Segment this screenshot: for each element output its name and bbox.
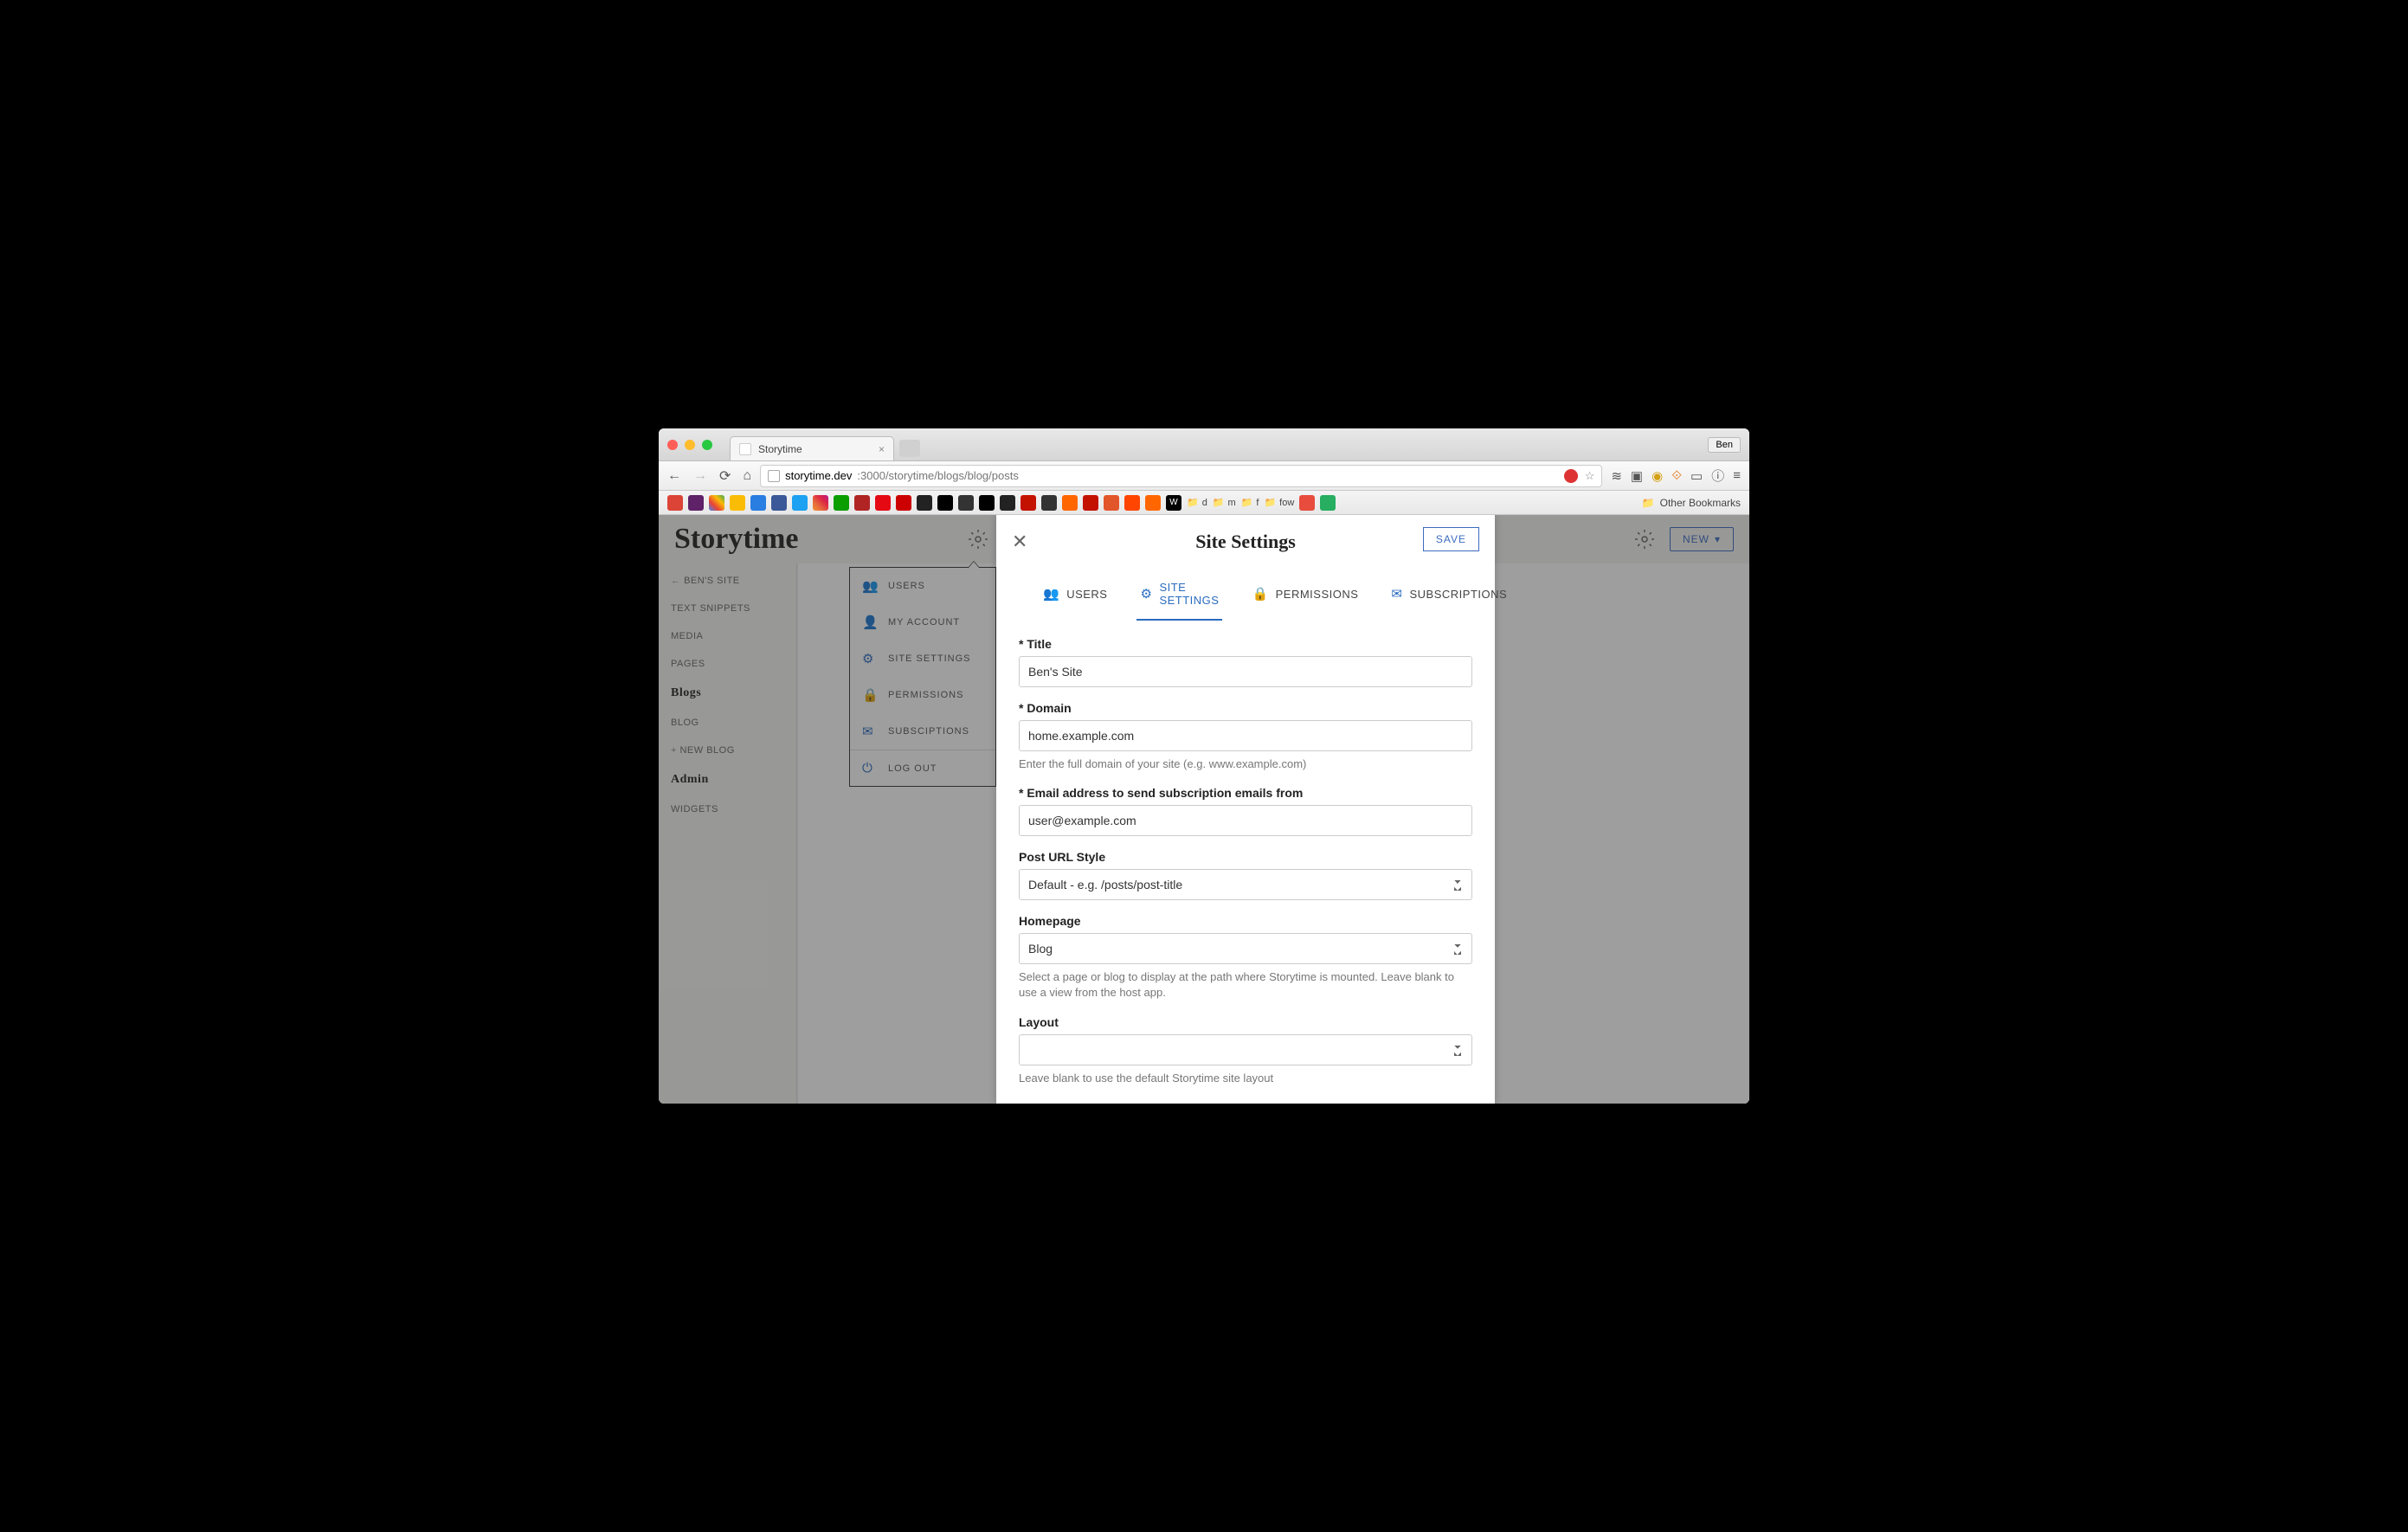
tab-site-settings[interactable]: ⚙SITE SETTINGS <box>1136 574 1222 621</box>
bm-reddit[interactable] <box>1124 495 1140 511</box>
window-close[interactable] <box>667 440 678 450</box>
email-label: * Email address to send subscription ema… <box>1019 786 1472 800</box>
bm-maps[interactable] <box>709 495 724 511</box>
close-tab-icon[interactable]: × <box>879 443 885 455</box>
window-maximize[interactable] <box>702 440 712 450</box>
url-host: storytime.dev <box>785 469 852 482</box>
users-icon: 👥 <box>1043 586 1059 602</box>
bm-icon[interactable] <box>750 495 766 511</box>
modal-tabs: 👥USERS ⚙SITE SETTINGS 🔒PERMISSIONS ✉SUBS… <box>1014 574 1495 621</box>
other-bookmarks[interactable]: 📁Other Bookmarks <box>1642 497 1741 509</box>
ext-icon[interactable]: ◉ <box>1651 468 1663 484</box>
bm-hn[interactable] <box>1062 495 1078 511</box>
domain-help: Enter the full domain of your site (e.g.… <box>1019 756 1472 772</box>
bm-twitter[interactable] <box>792 495 808 511</box>
post-url-select[interactable]: Default - e.g. /posts/post-title <box>1019 869 1472 900</box>
tab-permissions[interactable]: 🔒PERMISSIONS <box>1248 574 1362 621</box>
tab-users[interactable]: 👥USERS <box>1040 574 1111 621</box>
reload-icon[interactable]: ⟳ <box>719 467 731 485</box>
bm-folder[interactable]: 📁d <box>1187 497 1207 508</box>
homepage-label: Homepage <box>1019 914 1472 928</box>
mail-icon: ✉ <box>1391 586 1402 602</box>
bm-folder[interactable]: 📁m <box>1213 497 1236 508</box>
page-icon <box>768 470 780 482</box>
email-input[interactable] <box>1019 805 1472 836</box>
menu-icon[interactable]: ≡ <box>1733 468 1741 483</box>
bm-icon[interactable] <box>917 495 932 511</box>
back-icon[interactable]: ← <box>667 468 681 484</box>
title-label: * Title <box>1019 637 1472 651</box>
bm-icon[interactable] <box>1145 495 1161 511</box>
bm-icon[interactable] <box>958 495 974 511</box>
title-input[interactable] <box>1019 656 1472 687</box>
devices-icon[interactable]: ▭ <box>1690 468 1703 484</box>
bm-techcrunch[interactable] <box>834 495 849 511</box>
ext-icon[interactable]: ⓘ <box>1711 467 1724 485</box>
tab-subscriptions[interactable]: ✉SUBSCRIPTIONS <box>1387 574 1510 621</box>
bm-wikipedia[interactable]: W <box>1166 495 1181 511</box>
domain-input[interactable] <box>1019 720 1472 751</box>
browser-window: Storytime × Ben ← → ⟳ ⌂ storytime.dev :30… <box>659 428 1749 1104</box>
modal-title: Site Settings <box>1195 531 1296 553</box>
abp-icon[interactable] <box>1564 469 1578 483</box>
homepage-select[interactable]: Blog <box>1019 933 1472 964</box>
ext-icon[interactable]: ⟐ <box>1671 468 1682 483</box>
ext-icon[interactable]: ▣ <box>1631 468 1643 484</box>
bm-icon[interactable] <box>979 495 995 511</box>
bookmarks-bar: W 📁d 📁m 📁f 📁fow 📁Other Bookmarks <box>659 491 1749 515</box>
address-bar[interactable]: storytime.dev :3000/storytime/blogs/blog/… <box>760 465 1602 487</box>
layout-help: Leave blank to use the default Storytime… <box>1019 1071 1472 1086</box>
bm-icon[interactable] <box>1000 495 1015 511</box>
bm-icon[interactable] <box>1041 495 1057 511</box>
post-url-label: Post URL Style <box>1019 850 1472 864</box>
url-rest: :3000/storytime/blogs/blog/posts <box>857 469 1018 482</box>
bm-instagram[interactable] <box>813 495 828 511</box>
window-minimize[interactable] <box>685 440 695 450</box>
layout-select[interactable] <box>1019 1034 1472 1065</box>
new-tab-button[interactable] <box>899 440 920 457</box>
home-icon[interactable]: ⌂ <box>743 468 751 484</box>
browser-toolbar: ← → ⟳ ⌂ storytime.dev :3000/storytime/blo… <box>659 461 1749 491</box>
save-button[interactable]: SAVE <box>1423 527 1479 551</box>
bm-icon[interactable] <box>1320 495 1336 511</box>
profile-button[interactable]: Ben <box>1708 437 1741 453</box>
homepage-help: Select a page or blog to display at the … <box>1019 969 1472 1001</box>
bm-folder[interactable]: 📁f <box>1241 497 1259 508</box>
favicon <box>739 443 751 455</box>
titlebar: Storytime × Ben <box>659 428 1749 461</box>
lock-icon: 🔒 <box>1252 586 1268 602</box>
bm-netflix[interactable] <box>875 495 891 511</box>
bm-icon[interactable] <box>937 495 953 511</box>
bm-icon[interactable] <box>1083 495 1098 511</box>
star-icon[interactable]: ☆ <box>1585 469 1595 483</box>
bm-producthunt[interactable] <box>1104 495 1119 511</box>
bm-quora[interactable] <box>1021 495 1036 511</box>
bm-icon[interactable] <box>854 495 870 511</box>
bm-gmail[interactable] <box>667 495 683 511</box>
bm-folder[interactable]: 📁fow <box>1264 497 1294 508</box>
sliders-icon: ⚙ <box>1140 586 1152 602</box>
bm-yahoo[interactable] <box>688 495 704 511</box>
browser-tab[interactable]: Storytime × <box>730 436 894 460</box>
close-icon[interactable]: ✕ <box>1012 531 1027 553</box>
bm-espn[interactable] <box>896 495 911 511</box>
bm-icon[interactable] <box>1299 495 1315 511</box>
tab-title: Storytime <box>758 443 802 455</box>
layout-label: Layout <box>1019 1015 1472 1029</box>
buffer-icon[interactable]: ≋ <box>1611 468 1622 484</box>
domain-label: * Domain <box>1019 701 1472 715</box>
forward-icon[interactable]: → <box>693 468 707 484</box>
site-settings-modal: ✕ Site Settings SAVE 👥USERS ⚙SITE SETTIN… <box>996 515 1495 1104</box>
bm-facebook[interactable] <box>771 495 787 511</box>
bm-drive[interactable] <box>730 495 745 511</box>
